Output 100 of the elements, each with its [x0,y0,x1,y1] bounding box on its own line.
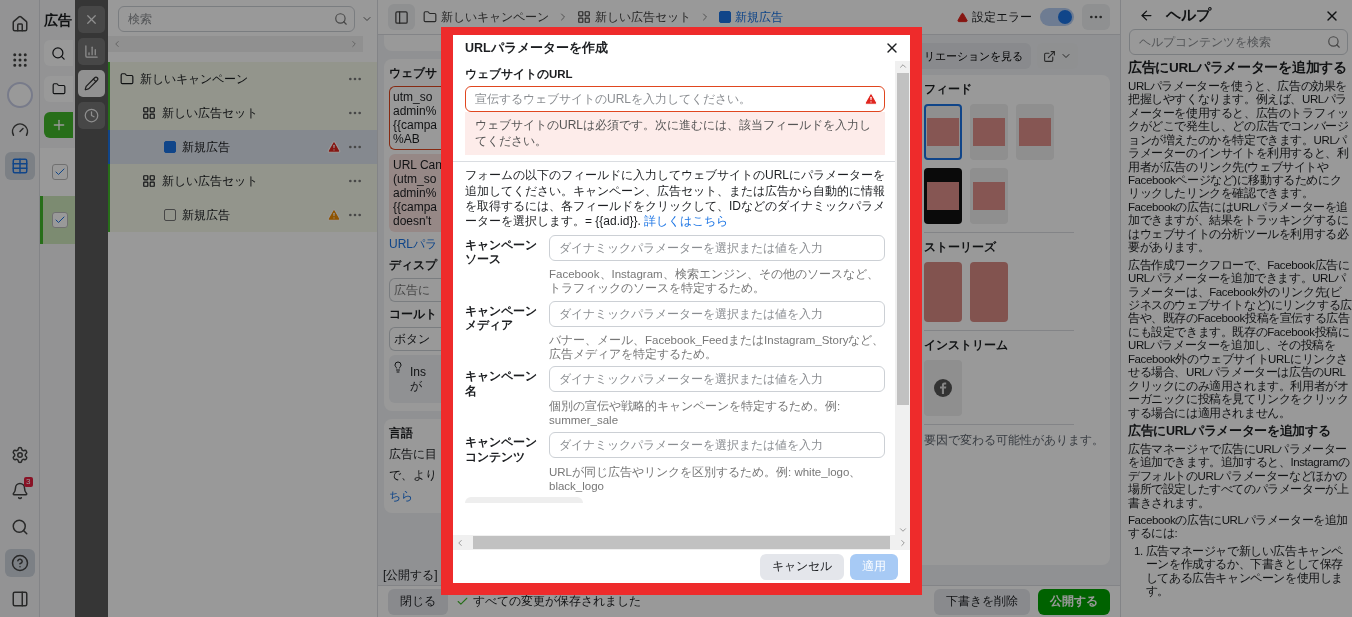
tree-item[interactable]: 新しいキャンペーン [108,62,377,96]
nav-button[interactable] [4,549,35,577]
feed-preview-thumbnail[interactable] [970,104,1008,160]
error-message: ウェブサイトのURLは必須です。次に進むには、該当フィールドを入力してください。 [465,112,885,156]
preview-note: 要因で変わる可能性があります。 [924,433,1104,448]
settings-icon [10,446,29,464]
cancel-button[interactable]: キャンセル [760,553,844,580]
grid-icon [142,106,156,120]
parameter-input-field[interactable]: ダイナミックパラメーターを選択または値を入力 [549,366,885,393]
bar-chart-icon [84,44,99,59]
nav-button[interactable]: 3 [4,477,35,505]
grid-icon [577,10,591,24]
help-paragraph: URLパラメーターを使うと、広告の効果を把握しやすくなります。例えば、URLパラメーターを使用すると、広告のトラフィックがどこで発生し、どの広告でコンバージョンが増えたのかを特定できます。URLパラメーターのインサイトを利用すると、利用者が広告のリンク先(ウェブサイトやFacebookページなど)に移動するためにクリックしたリンクを確認できます。Facebookの広告にはURLパラメーターを追加できますが、結果をトラッキングするにはウェブサイトの分析ツールを利用する必要があります。 [1128,79,1350,255]
card-text: で、より [389,467,438,484]
url-input-field[interactable]: 宣伝するウェブサイトのURLを入力してください。 [465,86,885,112]
field-label: ウェブサ [389,65,438,82]
field-hint: 個別の宣伝や戦略的キャンペーンを特定するため。例: summer_sale [549,400,842,428]
feed-preview-thumbnail[interactable] [970,168,1008,224]
url-text-area[interactable]: utm_so admin% {{campa %AB [389,86,441,150]
field-hint: URLが同じ広告やリンクを区別するため。例: white_logo、black_logo [549,466,863,494]
create-button[interactable] [44,112,73,138]
circle-logo-icon [934,379,952,397]
field-label: コールト [389,306,438,323]
bell-icon [10,482,29,500]
feed-preview-thumbnail[interactable] [1016,104,1054,160]
sidebar-toggle-button[interactable] [388,4,415,30]
search-field[interactable]: 検索 [118,6,355,32]
tool-button[interactable] [78,38,105,65]
close-button[interactable]: 閉じる [388,588,448,615]
story-preview-thumbnail[interactable] [924,262,962,322]
parameter-input-field[interactable]: ダイナミックパラメーターを選択または値を入力 [549,300,885,327]
parameter-input-field[interactable]: ダイナミックパラメーターを選択または値を入力 [549,234,885,261]
checkbox[interactable] [52,212,68,228]
field-label: ディスプ [389,257,439,274]
breadcrumb-link[interactable]: 新しい広告セット [577,8,691,26]
breadcrumb-link[interactable]: 新規広告 [719,8,783,26]
nav-button[interactable] [4,152,35,180]
error-status: 設定エラー [972,8,1032,26]
vertical-scrollbar[interactable] [895,61,910,535]
field-label: キャンペーンメディア [465,302,538,333]
call-to-action-select[interactable]: ボタン [389,327,441,351]
toggle-switch[interactable] [1040,8,1074,26]
checkbox[interactable] [52,164,68,180]
help-title: ヘルプ [1166,6,1213,25]
error-message: URL Can (utm_so admin% {{campa doesn't [389,154,441,232]
card-text: 広告に目 [389,446,438,463]
learn-more-link[interactable]: 詳しくはこちら [644,214,729,229]
tool-button[interactable] [78,102,105,129]
delete-draft-button[interactable]: 下書きを削除 [934,588,1030,615]
variations-button[interactable]: リエーションを見る [922,43,1031,69]
section-title: フィード [924,81,973,98]
section-title: ストーリーズ [924,239,998,256]
search-icon [10,518,29,536]
help-search-field[interactable]: ヘルプコンテンツを検索 [1129,29,1348,55]
tool-button[interactable] [78,70,105,97]
tree-item[interactable]: 新規広告 [108,198,377,232]
field-hint: Facebook、Instagram、検索エンジン、その他のソースなど、トラフィックのソースを特定するため。 [549,268,880,296]
tree-item[interactable]: 新規広告 [108,130,377,164]
panel-icon [10,590,29,608]
tree-item[interactable]: 新しい広告セット [108,164,377,198]
feed-preview-thumbnail[interactable] [924,168,962,224]
saved-status: すべての変更が保存されました [473,593,641,610]
check-icon [54,214,66,226]
help-paragraph: 広告マネージャで広告にURLパラメーターを追加できます。追加すると、InstagramのデフォルトのURLパラメーターなどほかの場所で設定したすべてのパラメーターが上書きされます。 [1128,442,1351,510]
close-icon [84,12,99,27]
horizontal-scrollbar[interactable] [453,535,910,550]
list-item-text: 広告マネージャで新しい広告キャンペーンを作成するか、下書きとして保存してある広告キャンペーンを使用します。 [1145,544,1344,599]
learn-more-link[interactable]: ちら [389,488,441,505]
lightbulb-icon [392,361,404,373]
field-label: キャンペーンコンテンツ [465,434,538,465]
list-number: 1. [1134,544,1143,559]
folder-icon [423,10,437,24]
pencil-icon [84,76,99,91]
more-button[interactable] [1082,4,1110,30]
field-label: キャンペーンソース [465,236,538,267]
back-icon[interactable] [1139,8,1154,23]
breadcrumb-link[interactable]: 新しいキャンペーン [423,8,549,26]
ad-icon [164,141,176,153]
table-row[interactable] [40,196,75,244]
warning-icon [957,11,968,23]
description-text: フォームの以下のフィールドに入力してウェブサイトのURLにパラメーターを追加してください。キャンペーン、広告セット、または広告から自動的に情報を取得するには、各フィールドをクリックして、IDなどのダイナミックパラメーターを選択します。= {{ad.id}}. 詳しくはこちら [465,168,885,230]
grid-icon [142,174,156,188]
tip-text: Ins が [409,364,426,395]
url-parameter-link[interactable]: URLパラ [389,236,441,253]
display-link-field[interactable]: 広告に [389,278,441,302]
feed-preview-thumbnail[interactable] [924,104,962,160]
ad-icon [719,11,731,23]
help-paragraph: 広告作成ワークフローで、Facebook広告にURLパラメーターを追加できます。URLパラメーターは、Facebook外のリンク先(ビジネスのウェブサイトなど)にリンクする広告や、既存のFacebook投稿を宣伝する広告にも設定できます。既存のFacebook投稿にURLパラメーターを追加し、その投稿をFacebook外のウェブサイトURLにリンクさせる場合、URLパラメーターは広告のURLクリックにのみ適用されます。利用者がオーガニックに投稿を見てリンクをクリックする場合には適用されません。 [1128,258,1352,421]
tree-item[interactable]: 新しい広告セット [108,96,377,130]
error-icon [864,92,878,106]
folder-tab[interactable] [44,76,73,102]
story-preview-thumbnail[interactable] [970,262,1008,322]
check-icon [456,595,469,608]
search-icon [334,12,348,26]
folder-icon [51,82,66,96]
table-icon [10,157,29,175]
parameter-input-field[interactable]: ダイナミックパラメーターを選択または値を入力 [549,432,885,459]
tool-button[interactable] [78,6,105,33]
search-button[interactable] [44,40,73,66]
instream-preview-thumbnail[interactable] [924,360,962,416]
